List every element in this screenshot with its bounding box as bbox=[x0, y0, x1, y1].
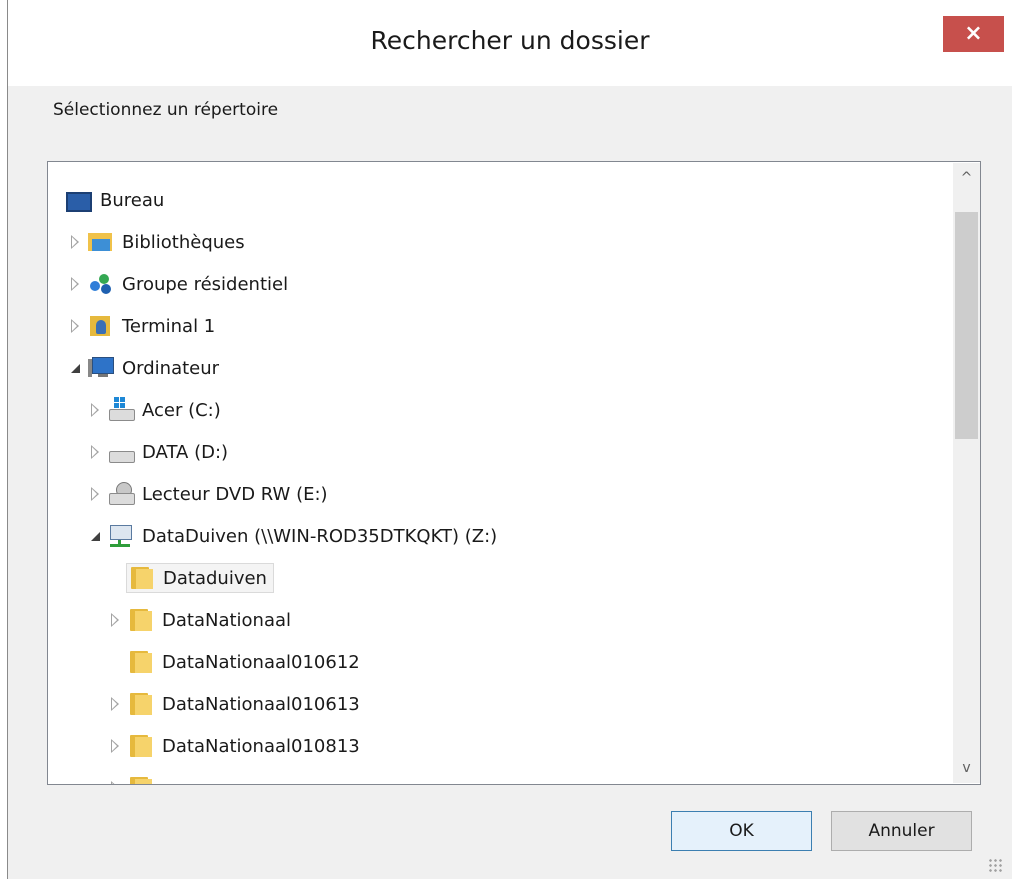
scroll-up-button[interactable]: ^ bbox=[953, 163, 980, 193]
folder-icon bbox=[128, 650, 154, 674]
tree-item-label: DataNationaal010612 bbox=[162, 651, 360, 673]
computer-icon bbox=[88, 355, 114, 381]
dialog-prompt: Sélectionnez un répertoire bbox=[53, 100, 279, 120]
title-bar[interactable]: Rechercher un dossier × bbox=[8, 0, 1012, 86]
expand-arrow-icon[interactable] bbox=[108, 739, 122, 753]
expand-arrow-icon[interactable] bbox=[68, 235, 82, 249]
folder-icon bbox=[129, 566, 155, 590]
folder-browser-dialog: Rechercher un dossier × Sélectionnez un … bbox=[7, 0, 1012, 879]
cancel-button[interactable]: Annuler bbox=[831, 811, 972, 851]
tree-item-label: Dataduiven bbox=[163, 567, 267, 589]
desktop-icon bbox=[66, 192, 92, 212]
tree-item-label: Ordinateur bbox=[122, 357, 220, 379]
folder-tree[interactable]: Bureau Bibliothèques Groupe résidentiel … bbox=[47, 161, 981, 785]
tree-item-label: Groupe résidentiel bbox=[122, 273, 289, 295]
tree-item-bureau[interactable]: Bureau bbox=[66, 180, 164, 220]
tree-item-label: Bibliothèques bbox=[122, 231, 245, 253]
libraries-icon bbox=[88, 229, 114, 255]
scroll-thumb[interactable] bbox=[955, 212, 978, 439]
tree-item-label: DataDuiven (\\WIN-ROD35DTKQKT) (Z:) bbox=[142, 525, 498, 547]
tree-item-datanationaal010813[interactable]: DataNationaal010813 bbox=[108, 726, 360, 766]
folder-icon bbox=[128, 692, 154, 716]
expand-arrow-icon[interactable] bbox=[88, 403, 102, 417]
tree-item-datanationaal010612[interactable]: DataNationaal010612 bbox=[128, 642, 360, 682]
expand-arrow-icon[interactable] bbox=[108, 613, 122, 627]
tree-item-acer-c[interactable]: Acer (C:) bbox=[88, 390, 221, 430]
resize-grip-icon[interactable] bbox=[988, 858, 1002, 872]
tree-item-network-z[interactable]: DataDuiven (\\WIN-ROD35DTKQKT) (Z:) bbox=[88, 516, 497, 556]
dvd-drive-icon bbox=[108, 481, 135, 507]
selection-highlight[interactable]: Dataduiven bbox=[126, 563, 274, 593]
folder-icon bbox=[128, 608, 154, 632]
tree-item-dataduiven[interactable]: Dataduiven bbox=[126, 558, 274, 598]
folder-icon bbox=[128, 776, 154, 784]
tree-item-label: Terminal 1 bbox=[122, 315, 216, 337]
ok-button[interactable]: OK bbox=[671, 811, 812, 851]
network-drive-icon bbox=[108, 523, 134, 549]
tree-item-datanationaal010613[interactable]: DataNationaal010613 bbox=[108, 684, 360, 724]
tree-item-groupe-residentiel[interactable]: Groupe résidentiel bbox=[68, 264, 288, 304]
dialog-title: Rechercher un dossier bbox=[370, 26, 650, 55]
tree-item-label: Lecteur DVD RW (E:) bbox=[142, 483, 328, 505]
folder-icon bbox=[128, 734, 154, 758]
tree-item-dvd-e[interactable]: Lecteur DVD RW (E:) bbox=[88, 474, 328, 514]
scroll-down-button[interactable]: v bbox=[953, 753, 980, 783]
user-folder-icon bbox=[88, 313, 114, 339]
expand-arrow-icon[interactable] bbox=[68, 277, 82, 291]
tree-item-label: Bureau bbox=[100, 189, 165, 211]
tree-item-bibliotheques[interactable]: Bibliothèques bbox=[68, 222, 245, 262]
close-button[interactable]: × bbox=[943, 16, 1004, 52]
tree-item-terminal-1[interactable]: Terminal 1 bbox=[68, 306, 215, 346]
tree-item-partial[interactable] bbox=[108, 768, 162, 784]
tree-item-label: DataNationaal010813 bbox=[162, 735, 360, 757]
tree-item-data-d[interactable]: DATA (D:) bbox=[88, 432, 228, 472]
tree-item-ordinateur[interactable]: Ordinateur bbox=[68, 348, 219, 388]
tree-item-label: DATA (D:) bbox=[142, 441, 229, 463]
collapse-arrow-icon[interactable] bbox=[68, 361, 82, 375]
tree-item-datanationaal[interactable]: DataNationaal bbox=[108, 600, 291, 640]
expand-arrow-icon[interactable] bbox=[88, 487, 102, 501]
expand-arrow-icon[interactable] bbox=[88, 445, 102, 459]
tree-item-label: DataNationaal010613 bbox=[162, 693, 360, 715]
collapse-arrow-icon[interactable] bbox=[88, 529, 102, 543]
expand-arrow-icon[interactable] bbox=[108, 697, 122, 711]
homegroup-icon bbox=[88, 271, 114, 297]
windows-drive-icon bbox=[108, 397, 135, 423]
expand-arrow-icon[interactable] bbox=[108, 781, 122, 784]
drive-icon bbox=[108, 439, 135, 465]
tree-item-label: DataNationaal bbox=[162, 609, 292, 631]
vertical-scrollbar[interactable]: ^ v bbox=[953, 163, 980, 783]
expand-arrow-icon[interactable] bbox=[68, 319, 82, 333]
tree-item-label: Acer (C:) bbox=[142, 399, 221, 421]
